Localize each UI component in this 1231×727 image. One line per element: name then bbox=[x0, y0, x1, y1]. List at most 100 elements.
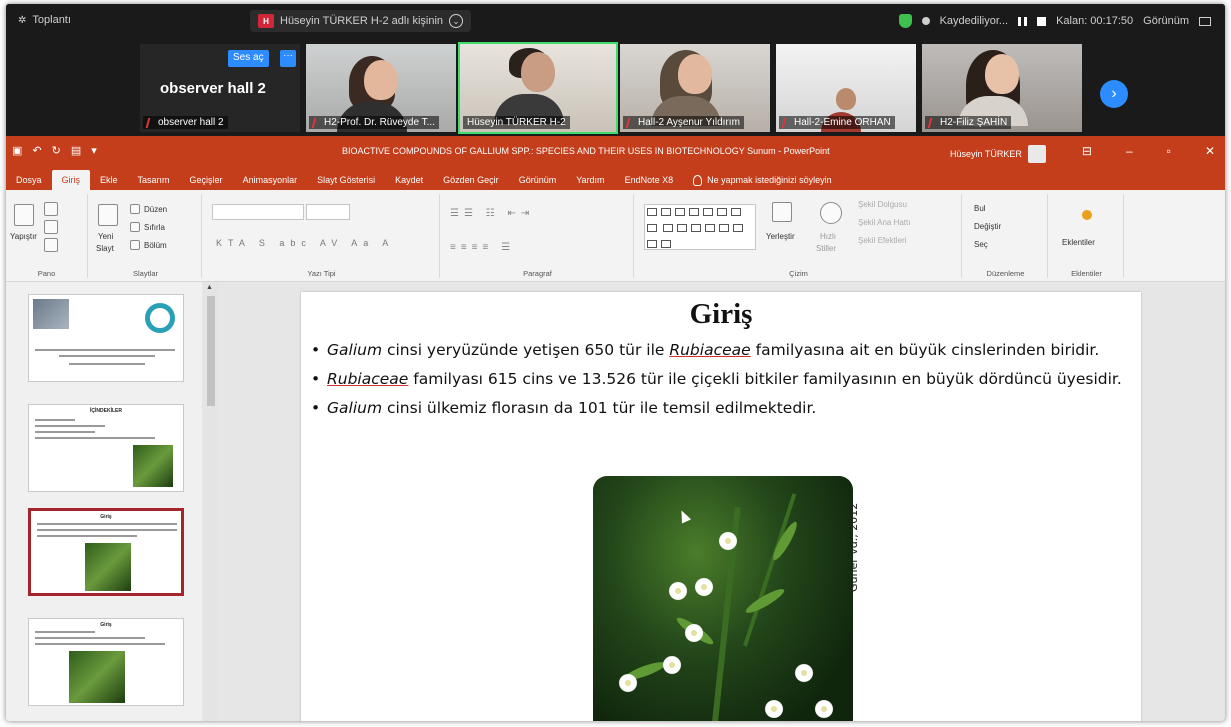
workspace: İÇİNDEKİLER Giriş Giriş ▲ Giriş • Galium… bbox=[6, 282, 1225, 721]
cut-icon[interactable] bbox=[44, 202, 58, 216]
ribbon-display-icon[interactable]: ⊟ bbox=[1082, 144, 1092, 158]
layout-button[interactable]: Düzen bbox=[144, 205, 167, 214]
slide-thumbnail-2[interactable]: İÇİNDEKİLER bbox=[28, 404, 184, 492]
tab-slideshow[interactable]: Slayt Gösterisi bbox=[307, 170, 385, 190]
customize-qat-icon[interactable]: ▾ bbox=[91, 144, 97, 157]
list-icons[interactable]: ☰☰ ☷ ⇤⇥ bbox=[450, 208, 534, 219]
pause-icon[interactable] bbox=[1018, 16, 1028, 26]
shape-fill-button[interactable]: Şekil Dolgusu bbox=[858, 200, 907, 209]
reset-button[interactable]: Sıfırla bbox=[144, 223, 165, 232]
font-size-input[interactable] bbox=[306, 204, 350, 220]
mic-muted-icon bbox=[927, 117, 939, 128]
tab-endnote[interactable]: EndNote X8 bbox=[615, 170, 684, 190]
shape-effects-button[interactable]: Şekil Efektleri bbox=[858, 236, 906, 245]
slide-title[interactable]: Giriş bbox=[301, 298, 1141, 331]
slide-body[interactable]: Galium cinsi yeryüzünde yetişen 650 tür … bbox=[309, 340, 1131, 427]
participant-name: H2-Prof. Dr. Rüveyde T... bbox=[309, 116, 439, 129]
meeting-info[interactable]: ✲ Toplantı bbox=[18, 14, 71, 26]
section-button[interactable]: Bölüm bbox=[144, 241, 167, 250]
tab-record[interactable]: Kaydet bbox=[385, 170, 433, 190]
undo-icon[interactable]: ↶ bbox=[32, 144, 41, 157]
copy-icon[interactable] bbox=[44, 220, 58, 234]
section-icon bbox=[130, 240, 140, 250]
font-name-input[interactable] bbox=[212, 204, 304, 220]
thumbnail-text-line bbox=[35, 643, 165, 645]
addins-button[interactable]: Eklentiler bbox=[1062, 238, 1095, 247]
participant-tile-active-speaker[interactable]: Hüseyin TÜRKER H-2 bbox=[458, 42, 618, 134]
format-painter-icon[interactable] bbox=[44, 238, 58, 252]
tab-animations[interactable]: Animasyonlar bbox=[233, 170, 308, 190]
galium-plant-photo[interactable] bbox=[593, 476, 853, 721]
paste-icon[interactable] bbox=[14, 204, 34, 226]
tab-review[interactable]: Gözden Geçir bbox=[433, 170, 509, 190]
new-slide-icon[interactable] bbox=[98, 204, 118, 226]
quick-styles-icon[interactable] bbox=[820, 202, 842, 224]
scrollbar-thumb[interactable] bbox=[207, 296, 215, 406]
plant-flower bbox=[683, 622, 705, 644]
sharer-badge: H bbox=[258, 14, 274, 28]
participant-tile[interactable]: Hall-2 Ayşenur Yıldırım bbox=[620, 44, 770, 132]
close-icon[interactable]: ✕ bbox=[1205, 144, 1215, 158]
participant-tile[interactable]: H2-Filiz ŞAHİN bbox=[922, 44, 1082, 132]
screen-share-indicator[interactable]: H Hüseyin TÜRKER H-2 adlı kişinin ⌄ bbox=[250, 10, 472, 32]
thumbnails-scrollbar[interactable]: ▲ bbox=[204, 282, 218, 721]
document-title: BIOACTIVE COMPOUNDS OF GALLIUM SPP.: SPE… bbox=[342, 146, 830, 156]
shield-icon[interactable] bbox=[898, 14, 912, 28]
scroll-up-icon[interactable]: ▲ bbox=[206, 284, 213, 291]
slide-thumbnail-1[interactable] bbox=[28, 294, 184, 382]
meeting-icon: ✲ bbox=[18, 14, 27, 26]
tab-insert[interactable]: Ekle bbox=[90, 170, 128, 190]
tell-me-text: Ne yapmak istediğinizi söyleyin bbox=[707, 175, 832, 185]
arrange-icon[interactable] bbox=[772, 202, 792, 222]
new-slide-label-1[interactable]: Yeni bbox=[98, 232, 113, 241]
thumbnail-title: Giriş bbox=[100, 514, 112, 520]
avatar[interactable] bbox=[1027, 145, 1046, 163]
quick-styles-label-1[interactable]: Hızlı bbox=[820, 232, 836, 241]
participant-tile[interactable]: H2-Prof. Dr. Rüveyde T... bbox=[306, 44, 456, 132]
maximize-icon[interactable]: ▫ bbox=[1167, 144, 1171, 158]
replace-button[interactable]: Değiştir bbox=[974, 222, 1001, 231]
align-icons[interactable]: ≡≡≡≡ ☰ bbox=[450, 242, 515, 253]
lightbulb-icon bbox=[693, 174, 703, 186]
redo-icon[interactable]: ↻ bbox=[52, 144, 61, 157]
stop-icon[interactable] bbox=[1037, 16, 1047, 26]
save-icon[interactable]: ▣ bbox=[12, 144, 22, 157]
shape-outline-button[interactable]: Şekil Ana Hattı bbox=[858, 218, 910, 227]
addins-icon[interactable] bbox=[1082, 210, 1092, 220]
arrange-button[interactable]: Yerleştir bbox=[766, 232, 795, 241]
participant-tile-observer[interactable]: Ses aç ··· observer hall 2 observer hall… bbox=[140, 44, 300, 132]
slide-thumbnail-4[interactable]: Giriş bbox=[28, 618, 184, 706]
shapes-gallery[interactable] bbox=[644, 204, 756, 250]
slide-canvas[interactable]: Giriş Galium cinsi yeryüzünde yetişen 65… bbox=[301, 292, 1141, 721]
chevron-down-icon[interactable]: ⌄ bbox=[449, 14, 464, 28]
participant-name: H2-Filiz ŞAHİN bbox=[925, 116, 1012, 129]
tab-design[interactable]: Tasarım bbox=[128, 170, 180, 190]
mic-muted-icon bbox=[311, 117, 323, 128]
tab-help[interactable]: Yardım bbox=[566, 170, 614, 190]
participant-tile[interactable]: Hall-2-Emine ORHAN bbox=[776, 44, 916, 132]
tab-transitions[interactable]: Geçişler bbox=[180, 170, 233, 190]
account-area[interactable]: Hüseyin TÜRKER bbox=[950, 145, 1046, 163]
group-clipboard: Yapıştır Pano bbox=[6, 194, 88, 278]
find-button[interactable]: Bul bbox=[974, 204, 986, 213]
view-button[interactable]: Görünüm bbox=[1143, 15, 1189, 27]
plant-flower bbox=[693, 576, 715, 598]
select-button[interactable]: Seç bbox=[974, 240, 988, 249]
next-page-button[interactable]: › bbox=[1100, 80, 1128, 108]
more-button[interactable]: ··· bbox=[280, 50, 296, 67]
unmute-button[interactable]: Ses aç bbox=[228, 50, 269, 67]
tab-home[interactable]: Giriş bbox=[51, 170, 91, 190]
quick-styles-label-2[interactable]: Stiller bbox=[816, 244, 836, 253]
group-label: Çizim bbox=[789, 269, 808, 278]
tab-view[interactable]: Görünüm bbox=[509, 170, 567, 190]
paste-button[interactable]: Yapıştır bbox=[10, 232, 37, 241]
font-format-icons[interactable]: KTA S abc AV Aa A bbox=[216, 238, 394, 248]
slide-thumbnail-3[interactable]: Giriş bbox=[28, 508, 184, 596]
tab-file[interactable]: Dosya bbox=[6, 170, 52, 190]
thumbnail-image bbox=[85, 543, 131, 591]
tell-me-search[interactable]: Ne yapmak istediğinizi söyleyin bbox=[683, 170, 842, 190]
minimize-icon[interactable]: – bbox=[1126, 144, 1133, 158]
start-slideshow-icon[interactable]: ▤ bbox=[71, 144, 81, 157]
view-icon[interactable] bbox=[1199, 16, 1211, 26]
new-slide-label-2[interactable]: Slayt bbox=[96, 244, 114, 253]
